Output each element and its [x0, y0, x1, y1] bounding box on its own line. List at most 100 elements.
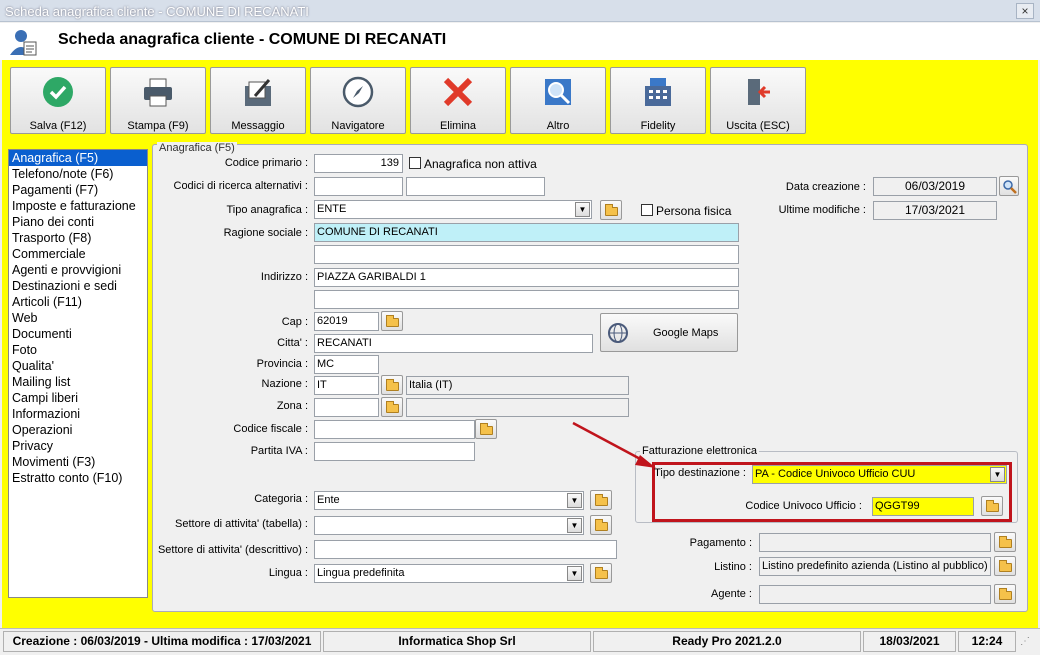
anagrafica-non-attiva-checkbox[interactable]	[409, 157, 421, 169]
indirizzo-2-input[interactable]	[314, 290, 739, 309]
nav-item-informazioni[interactable]: Informazioni	[9, 406, 147, 422]
persona-fisica-checkbox[interactable]	[641, 204, 653, 216]
nav-item-qualita[interactable]: Qualita'	[9, 358, 147, 374]
tipo-anagrafica-browse-button[interactable]	[600, 200, 622, 220]
cash-register-icon	[645, 78, 671, 106]
folder-icon	[386, 315, 399, 327]
codice-ricerca-1-input[interactable]	[314, 177, 403, 196]
folder-icon	[986, 500, 999, 512]
persona-fisica-label: Persona fisica	[656, 204, 732, 218]
nav-item-imposte[interactable]: Imposte e fatturazione	[9, 198, 147, 214]
provincia-input[interactable]: MC	[314, 355, 379, 374]
nav-item-campi-liberi[interactable]: Campi liberi	[9, 390, 147, 406]
chevron-down-icon: ▼	[575, 202, 590, 217]
delete-button[interactable]: Elimina	[410, 67, 506, 134]
google-maps-button[interactable]: Google Maps	[600, 313, 738, 352]
delete-icon	[443, 77, 473, 107]
nav-item-telefono[interactable]: Telefono/note (F6)	[9, 166, 147, 182]
zona-label: Zona :	[276, 400, 308, 412]
nav-item-foto[interactable]: Foto	[9, 342, 147, 358]
settore-tabella-select[interactable]: ▼	[314, 516, 584, 535]
codice-fiscale-input[interactable]	[314, 420, 475, 439]
history-search-button[interactable]	[999, 176, 1019, 196]
pagamento-browse-button[interactable]	[994, 532, 1016, 552]
zona-input[interactable]	[314, 398, 379, 417]
nav-item-trasporto[interactable]: Trasporto (F8)	[9, 230, 147, 246]
message-button[interactable]: Messaggio	[210, 67, 306, 134]
codice-fiscale-label: Codice fiscale :	[233, 423, 308, 435]
agente-value	[759, 585, 991, 604]
folder-icon	[595, 567, 608, 579]
save-button[interactable]: Salva (F12)	[10, 67, 106, 134]
settore-tabella-browse-button[interactable]	[590, 515, 612, 535]
nav-item-anagrafica[interactable]: Anagrafica (F5)	[9, 150, 147, 166]
chevron-down-icon: ▼	[990, 467, 1005, 482]
cap-input[interactable]: 62019	[314, 312, 379, 331]
folder-icon	[999, 588, 1012, 600]
nav-item-piano-conti[interactable]: Piano dei conti	[9, 214, 147, 230]
fidelity-button[interactable]: Fidelity	[610, 67, 706, 134]
lingua-select[interactable]: Lingua predefinita ▼	[314, 564, 584, 583]
nav-item-documenti[interactable]: Documenti	[9, 326, 147, 342]
exit-button[interactable]: Uscita (ESC)	[710, 67, 806, 134]
citta-input[interactable]: RECANATI	[314, 334, 593, 353]
folder-icon	[595, 494, 608, 506]
print-button[interactable]: Stampa (F9)	[110, 67, 206, 134]
listino-value: Listino predefinito azienda (Listino al …	[759, 557, 991, 576]
tipo-destinazione-select[interactable]: PA - Codice Univoco Ufficio CUU ▼	[752, 465, 1007, 484]
settore-descrittivo-input[interactable]	[314, 540, 617, 559]
partita-iva-input[interactable]	[314, 442, 475, 461]
nav-item-operazioni[interactable]: Operazioni	[9, 422, 147, 438]
cap-browse-button[interactable]	[381, 311, 403, 331]
categoria-browse-button[interactable]	[590, 490, 612, 510]
resize-grip-icon[interactable]: ⋰	[1020, 636, 1030, 647]
chevron-down-icon: ▼	[567, 493, 582, 508]
nav-item-movimenti[interactable]: Movimenti (F3)	[9, 454, 147, 470]
section-list[interactable]: Anagrafica (F5) Telefono/note (F6) Pagam…	[8, 149, 148, 598]
annotation-arrow	[572, 421, 656, 468]
ragione-sociale-2-input[interactable]	[314, 245, 739, 264]
magnifier-icon	[545, 79, 571, 105]
categoria-select[interactable]: Ente ▼	[314, 491, 584, 510]
customer-icon	[10, 30, 37, 56]
other-button[interactable]: Altro	[510, 67, 606, 134]
exit-icon	[748, 79, 770, 105]
lingua-browse-button[interactable]	[590, 563, 612, 583]
ragione-sociale-input[interactable]: COMUNE DI RECANATI	[314, 223, 739, 242]
codice-primario-label: Codice primario :	[224, 157, 308, 169]
nazione-label: Nazione :	[261, 378, 308, 390]
folder-icon	[386, 379, 399, 391]
folder-icon	[595, 519, 608, 531]
settore-tabella-label: Settore di attivita' (tabella) :	[175, 518, 308, 530]
ragione-sociale-label: Ragione sociale :	[223, 227, 308, 239]
nav-item-web[interactable]: Web	[9, 310, 147, 326]
codice-univoco-browse-button[interactable]	[981, 496, 1003, 516]
nazione-browse-button[interactable]	[381, 375, 403, 395]
tipo-anagrafica-select[interactable]: ENTE ▼	[314, 200, 592, 219]
nav-item-mailing[interactable]: Mailing list	[9, 374, 147, 390]
navigator-button[interactable]: Navigatore	[310, 67, 406, 134]
codice-fiscale-browse-button[interactable]	[475, 419, 497, 439]
nav-item-commerciale[interactable]: Commerciale	[9, 246, 147, 262]
codice-ricerca-2-input[interactable]	[406, 177, 545, 196]
nazione-input[interactable]: IT	[314, 376, 379, 395]
nav-item-articoli[interactable]: Articoli (F11)	[9, 294, 147, 310]
nav-item-estratto-conto[interactable]: Estratto conto (F10)	[9, 470, 147, 486]
close-button[interactable]: ×	[1016, 3, 1034, 19]
codice-univoco-input[interactable]: QGGT99	[872, 497, 974, 516]
nav-item-privacy[interactable]: Privacy	[9, 438, 147, 454]
status-product: Ready Pro 2021.2.0	[593, 631, 861, 652]
panel-title: Anagrafica (F5)	[157, 142, 237, 154]
status-time: 12:24	[958, 631, 1016, 652]
zona-browse-button[interactable]	[381, 397, 403, 417]
check-icon	[43, 77, 73, 107]
nav-item-destinazioni[interactable]: Destinazioni e sedi	[9, 278, 147, 294]
agente-browse-button[interactable]	[994, 584, 1016, 604]
citta-label: Citta' :	[277, 337, 308, 349]
listino-label: Listino :	[714, 561, 752, 573]
nav-item-pagamenti[interactable]: Pagamenti (F7)	[9, 182, 147, 198]
indirizzo-input[interactable]: PIAZZA GARIBALDI 1	[314, 268, 739, 287]
codice-primario-input[interactable]: 139	[314, 154, 403, 173]
listino-browse-button[interactable]	[994, 556, 1016, 576]
nav-item-agenti[interactable]: Agenti e provvigioni	[9, 262, 147, 278]
